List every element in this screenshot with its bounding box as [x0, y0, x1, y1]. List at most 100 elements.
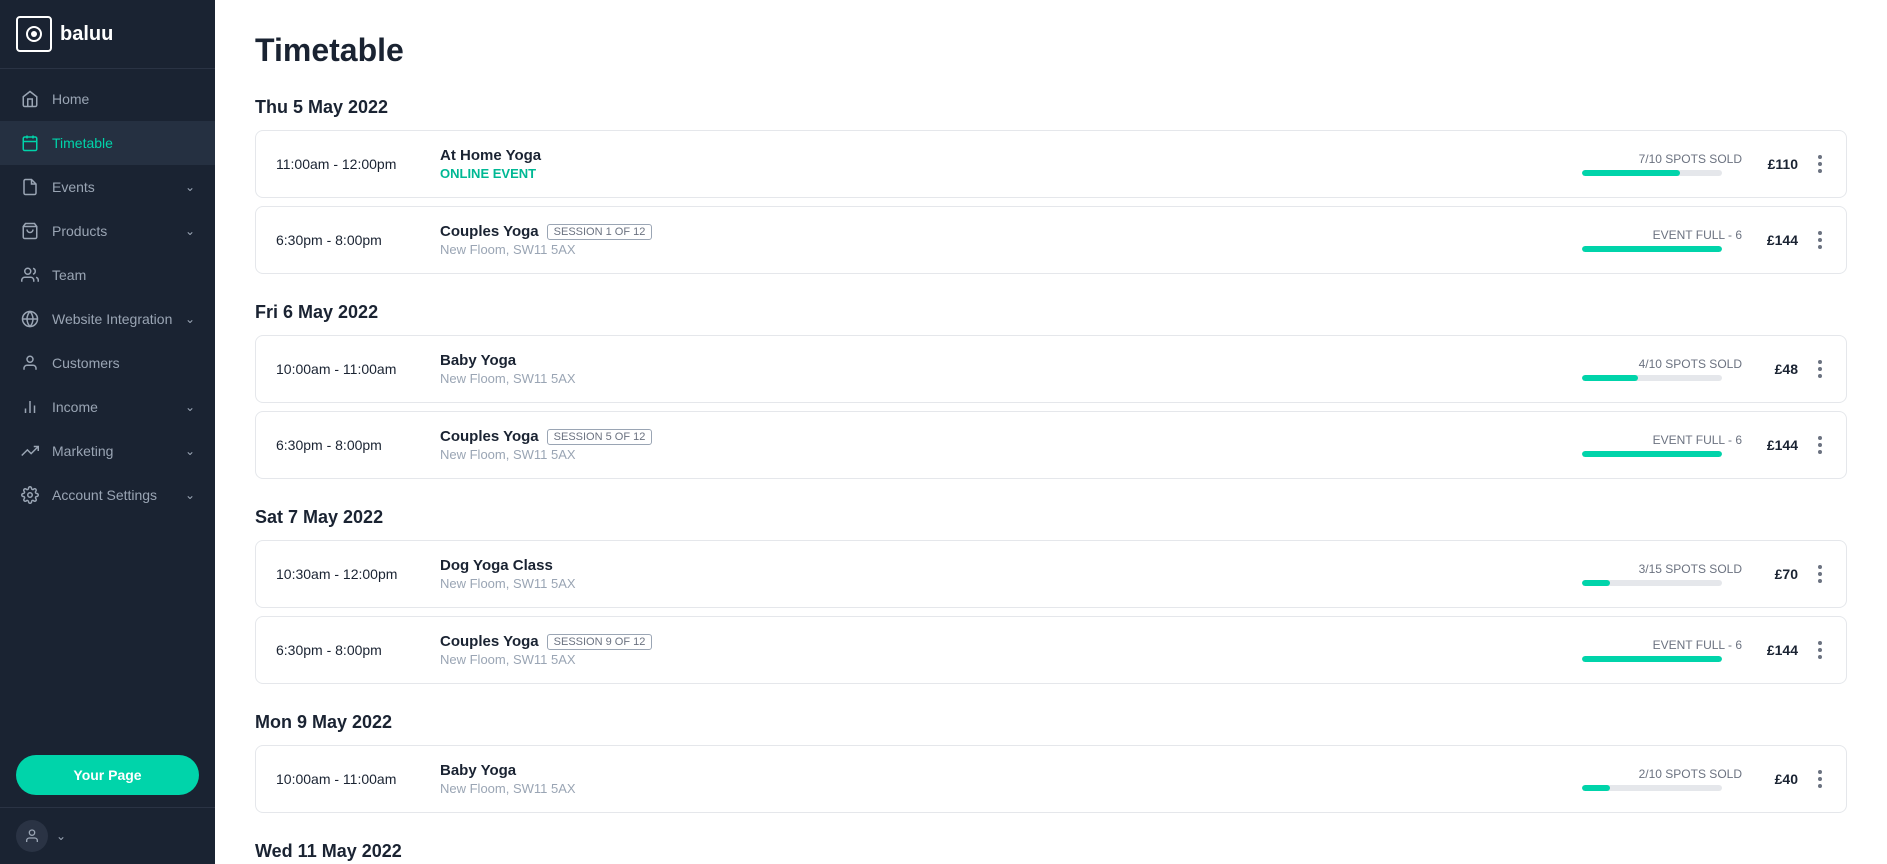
event-card: 6:30pm - 8:00pmCouples YogaSESSION 5 OF … — [255, 411, 1847, 479]
sidebar-item-customers[interactable]: Customers — [0, 341, 215, 385]
day-section: Mon 9 May 202210:00am - 11:00amBaby Yoga… — [255, 712, 1847, 813]
event-location: New Floom, SW11 5AX — [440, 242, 1558, 257]
more-options-button[interactable] — [1814, 227, 1826, 253]
dot — [1818, 374, 1822, 378]
spots-label: EVENT FULL - 6 — [1582, 433, 1742, 447]
days-container: Thu 5 May 2022 11:00am - 12:00pmAt Home Y… — [255, 97, 1847, 862]
sidebar-item-label: Account Settings — [52, 487, 157, 503]
event-price: £144 — [1758, 232, 1798, 248]
event-sub-label: ONLINE EVENT — [440, 166, 1558, 181]
progress-fill — [1582, 170, 1680, 176]
event-name: Couples YogaSESSION 1 OF 12 — [440, 223, 1558, 240]
more-options-button[interactable] — [1814, 766, 1826, 792]
progress-bar — [1582, 375, 1722, 381]
settings-icon — [20, 485, 40, 505]
dot — [1818, 162, 1822, 166]
event-right: 2/10 SPOTS SOLD£40 — [1582, 766, 1826, 792]
logo-icon — [16, 16, 52, 52]
event-right: EVENT FULL - 6 £144 — [1582, 227, 1826, 253]
chevron-down-icon: ⌄ — [185, 444, 195, 458]
dot — [1818, 770, 1822, 774]
progress-bar — [1582, 785, 1722, 791]
sidebar-item-account-settings[interactable]: Account Settings ⌄ — [0, 473, 215, 517]
event-location: New Floom, SW11 5AX — [440, 447, 1558, 462]
day-heading: Fri 6 May 2022 — [255, 302, 1847, 323]
day-heading: Mon 9 May 2022 — [255, 712, 1847, 733]
event-card: 6:30pm - 8:00pm Couples YogaSESSION 9 OF … — [255, 616, 1847, 684]
sidebar-item-marketing[interactable]: Marketing ⌄ — [0, 429, 215, 473]
event-name: Couples YogaSESSION 9 OF 12 — [440, 633, 1558, 650]
sidebar-item-home[interactable]: Home — [0, 77, 215, 121]
event-info: Couples YogaSESSION 9 OF 12 New Floom, SW… — [440, 633, 1558, 667]
day-heading: Sat 7 May 2022 — [255, 507, 1847, 528]
dot — [1818, 443, 1822, 447]
event-name: Dog Yoga Class — [440, 557, 1558, 574]
progress-bar — [1582, 170, 1722, 176]
user-menu-chevron[interactable]: ⌄ — [56, 829, 66, 843]
sidebar-bottom: ⌄ — [0, 807, 215, 864]
event-time: 10:00am - 11:00am — [276, 361, 416, 377]
event-time: 10:30am - 12:00pm — [276, 566, 416, 582]
spots-info: EVENT FULL - 6 — [1582, 638, 1742, 662]
spots-label: 2/10 SPOTS SOLD — [1582, 767, 1742, 781]
website-icon — [20, 309, 40, 329]
spots-label: EVENT FULL - 6 — [1582, 228, 1742, 242]
main-content: Timetable Thu 5 May 2022 11:00am - 12:00p… — [215, 0, 1887, 864]
event-right: EVENT FULL - 6£144 — [1582, 432, 1826, 458]
event-card: 6:30pm - 8:00pm Couples YogaSESSION 1 OF … — [255, 206, 1847, 274]
dot — [1818, 367, 1822, 371]
your-page-button[interactable]: Your Page — [16, 755, 199, 795]
sidebar-item-team[interactable]: Team — [0, 253, 215, 297]
dot — [1818, 784, 1822, 788]
sidebar-item-label: Products — [52, 223, 107, 239]
more-options-button[interactable] — [1814, 637, 1826, 663]
nav-items: Home Timetable Events ⌄ Products ⌄ — [0, 69, 215, 743]
events-icon — [20, 177, 40, 197]
session-badge: SESSION 1 OF 12 — [547, 224, 653, 240]
dot — [1818, 565, 1822, 569]
event-location: New Floom, SW11 5AX — [440, 652, 1558, 667]
event-time: 6:30pm - 8:00pm — [276, 232, 416, 248]
event-card: 11:00am - 12:00pmAt Home YogaONLINE EVEN… — [255, 130, 1847, 198]
sidebar-item-website-integration[interactable]: Website Integration ⌄ — [0, 297, 215, 341]
more-options-button[interactable] — [1814, 151, 1826, 177]
more-options-button[interactable] — [1814, 561, 1826, 587]
spots-info: 4/10 SPOTS SOLD — [1582, 357, 1742, 381]
more-options-button[interactable] — [1814, 432, 1826, 458]
more-options-button[interactable] — [1814, 356, 1826, 382]
event-price: £48 — [1758, 361, 1798, 377]
event-info: At Home YogaONLINE EVENT — [440, 147, 1558, 181]
day-heading: Thu 5 May 2022 — [255, 97, 1847, 118]
dot — [1818, 579, 1822, 583]
dot — [1818, 641, 1822, 645]
sidebar-item-events[interactable]: Events ⌄ — [0, 165, 215, 209]
sidebar-item-products[interactable]: Products ⌄ — [0, 209, 215, 253]
dot — [1818, 655, 1822, 659]
spots-info: EVENT FULL - 6 — [1582, 228, 1742, 252]
event-location: New Floom, SW11 5AX — [440, 781, 1558, 796]
products-icon — [20, 221, 40, 241]
day-section: Sat 7 May 2022 10:30am - 12:00pm Dog Yoga … — [255, 507, 1847, 684]
dot — [1818, 436, 1822, 440]
sidebar-item-income[interactable]: Income ⌄ — [0, 385, 215, 429]
sidebar-item-label: Customers — [52, 355, 120, 371]
progress-fill — [1582, 375, 1638, 381]
spots-info: EVENT FULL - 6 — [1582, 433, 1742, 457]
progress-fill — [1582, 785, 1610, 791]
event-time: 6:30pm - 8:00pm — [276, 642, 416, 658]
page-title: Timetable — [255, 32, 1847, 69]
progress-bar — [1582, 580, 1722, 586]
home-icon — [20, 89, 40, 109]
event-info: Couples YogaSESSION 5 OF 12New Floom, SW… — [440, 428, 1558, 462]
spots-label: 7/10 SPOTS SOLD — [1582, 152, 1742, 166]
chevron-down-icon: ⌄ — [185, 312, 195, 326]
event-info: Baby YogaNew Floom, SW11 5AX — [440, 762, 1558, 796]
timetable-icon — [20, 133, 40, 153]
dot — [1818, 155, 1822, 159]
progress-fill — [1582, 451, 1722, 457]
dot — [1818, 360, 1822, 364]
sidebar-item-label: Events — [52, 179, 95, 195]
sidebar-item-timetable[interactable]: Timetable — [0, 121, 215, 165]
spots-info: 3/15 SPOTS SOLD — [1582, 562, 1742, 586]
logo-area: baluu — [0, 0, 215, 69]
